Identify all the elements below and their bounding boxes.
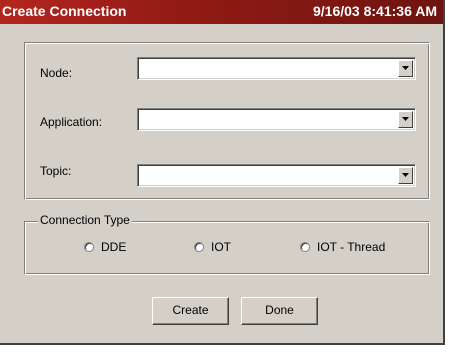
create-button[interactable]: Create bbox=[152, 297, 229, 325]
window-title: Create Connection bbox=[2, 3, 127, 19]
chevron-down-icon bbox=[402, 173, 409, 177]
chevron-down-icon bbox=[402, 66, 409, 70]
topic-label: Topic: bbox=[40, 164, 72, 178]
node-combobox[interactable] bbox=[137, 57, 416, 80]
radio-iot-label: IOT bbox=[211, 240, 231, 254]
radio-iot-thread-label: IOT - Thread bbox=[317, 240, 386, 254]
application-label: Application: bbox=[40, 115, 103, 129]
title-bar[interactable]: Create Connection 9/16/03 8:41:36 AM bbox=[0, 0, 443, 24]
timestamp: 9/16/03 8:41:36 AM bbox=[313, 3, 437, 19]
radio-dde-label: DDE bbox=[101, 240, 127, 254]
topic-dropdown-button[interactable] bbox=[398, 167, 413, 184]
chevron-down-icon bbox=[402, 117, 409, 121]
topic-combobox[interactable] bbox=[137, 164, 416, 187]
connection-type-legend: Connection Type bbox=[38, 213, 132, 227]
application-combobox[interactable] bbox=[137, 108, 416, 131]
node-dropdown-button[interactable] bbox=[398, 60, 413, 77]
create-connection-dialog: Create Connection 9/16/03 8:41:36 AM Nod… bbox=[0, 0, 445, 345]
done-button[interactable]: Done bbox=[241, 297, 318, 325]
radio-circle[interactable] bbox=[84, 242, 94, 252]
node-label: Node: bbox=[40, 66, 73, 80]
radio-circle[interactable] bbox=[194, 242, 204, 252]
application-dropdown-button[interactable] bbox=[398, 111, 413, 128]
radio-circle[interactable] bbox=[300, 242, 310, 252]
